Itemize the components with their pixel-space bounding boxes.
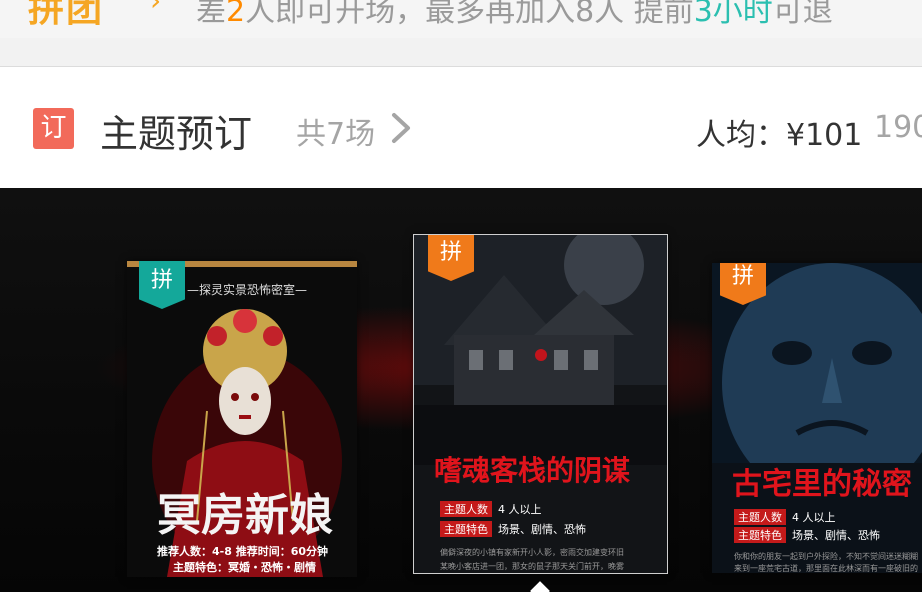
promo-text: 差2人即可开场，最多再加入8人 提前3小时可退 xyxy=(196,0,833,30)
poster-feature: 主题特色 场景、剧情、恐怖 xyxy=(734,527,880,543)
theme-poster-inn[interactable]: 拼 嗜魂客栈的阴谋 主题人数 4 人以上 主题特色 场景、剧情、恐怖 偏僻深夜的小镇… xyxy=(413,234,668,574)
poster-feature: 主题特色：冥婚・恐怖・剧情 xyxy=(173,561,316,574)
poster-title: 嗜魂客栈的阴谋 xyxy=(434,454,631,487)
average-price: 人均：¥101 xyxy=(696,118,863,153)
poster-description: 某晚小客店进一团，那女的鼠子那天关门前开，晚雾 xyxy=(440,562,624,571)
poster-title: 冥房新娘 xyxy=(157,490,333,541)
group-tag: 拼 xyxy=(139,261,185,309)
order-icon: 订 xyxy=(33,108,74,149)
poster-subtitle: —探灵实景恐怖密室— xyxy=(187,283,308,297)
chevron-right-icon[interactable] xyxy=(386,109,416,147)
need-count: 2 xyxy=(226,0,246,29)
poster-people: 主题人数 4 人以上 xyxy=(440,501,542,517)
poster-title: 古宅里的秘密 xyxy=(732,467,912,502)
poster-description: 你和你的朋友一起到户外探险，不知不觉间迷迷糊糊 xyxy=(734,552,918,561)
refund-hours: 3小时 xyxy=(693,0,773,29)
poster-description: 偏僻深夜的小镇有家新开小人影，密雨交加建变环旧 xyxy=(440,548,624,557)
next-price: 190 xyxy=(874,110,922,145)
theme-poster-bride[interactable]: 拼 —探灵实景恐怖密室— 冥房新娘 推荐人数：4-8 推荐时间：60分钟 主题特… xyxy=(127,261,357,577)
poster-description: 来到一座荒宅古道，那里面在此林深而有一座破旧的 xyxy=(734,564,918,573)
group-tag: 拼 xyxy=(428,235,474,281)
poster-people: 主题人数 4 人以上 xyxy=(734,509,836,525)
chevron-right-icon: › xyxy=(150,0,162,17)
poster-feature: 主题特色 场景、剧情、恐怖 xyxy=(440,521,586,537)
theme-poster-mansion[interactable]: 拼 古宅里的秘密 主题人数 4 人以上 主题特色 场景、剧情、恐怖 你和你的朋友一起… xyxy=(712,263,922,573)
theme-carousel[interactable]: 拼 —探灵实景恐怖密室— 冥房新娘 推荐人数：4-8 推荐时间：60分钟 主题特… xyxy=(0,188,922,592)
poster-info: 推荐人数：4-8 推荐时间：60分钟 xyxy=(157,545,329,558)
promo-banner: 拼团 › 差2人即可开场，最多再加入8人 提前3小时可退 xyxy=(0,0,922,38)
section-title: 主题预订 xyxy=(100,112,253,156)
group-buy-logo: 拼团 xyxy=(28,0,105,30)
theme-booking-header[interactable]: 订 主题预订 共7场 人均：¥101 190 xyxy=(0,67,922,188)
session-count[interactable]: 共7场 xyxy=(296,109,375,153)
selected-indicator xyxy=(530,581,550,592)
